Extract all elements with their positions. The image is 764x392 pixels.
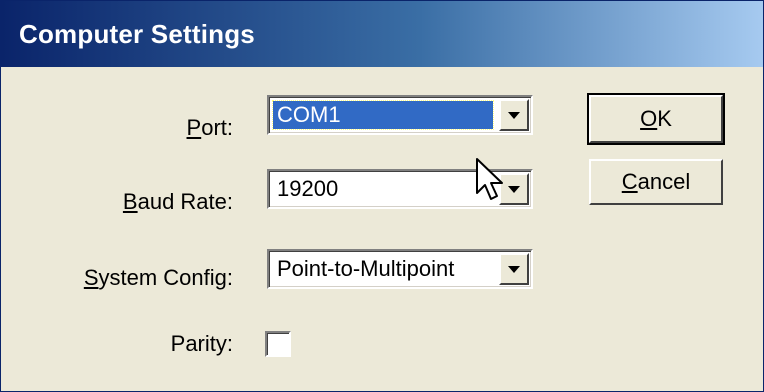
mouse-cursor-icon	[476, 158, 503, 200]
computer-settings-dialog: Computer Settings Port: COM1 Baud Rate: …	[0, 0, 764, 392]
baud-rate-label: Baud Rate:	[122, 189, 233, 214]
baud-rate-value: 19200	[277, 176, 339, 201]
parity-label: Parity:	[170, 331, 233, 356]
port-value: COM1	[272, 100, 494, 130]
system-config-value: Point-to-Multipoint	[277, 256, 455, 281]
system-config-label: System Config:	[83, 265, 233, 290]
parity-checkbox[interactable]	[265, 331, 291, 357]
port-combobox[interactable]: COM1	[267, 95, 533, 135]
cancel-button[interactable]: Cancel	[589, 159, 723, 205]
port-label: Port:	[186, 115, 233, 140]
dropdown-arrow-icon	[508, 112, 520, 119]
window-title: Computer Settings	[19, 19, 255, 49]
system-config-combobox[interactable]: Point-to-Multipoint	[267, 249, 533, 289]
dropdown-arrow-icon	[508, 266, 520, 273]
system-config-dropdown-button[interactable]	[499, 253, 529, 285]
ok-button[interactable]: OK	[587, 93, 725, 145]
port-dropdown-button[interactable]	[499, 99, 529, 131]
dropdown-arrow-icon	[508, 186, 520, 193]
title-bar[interactable]: Computer Settings	[1, 1, 763, 67]
